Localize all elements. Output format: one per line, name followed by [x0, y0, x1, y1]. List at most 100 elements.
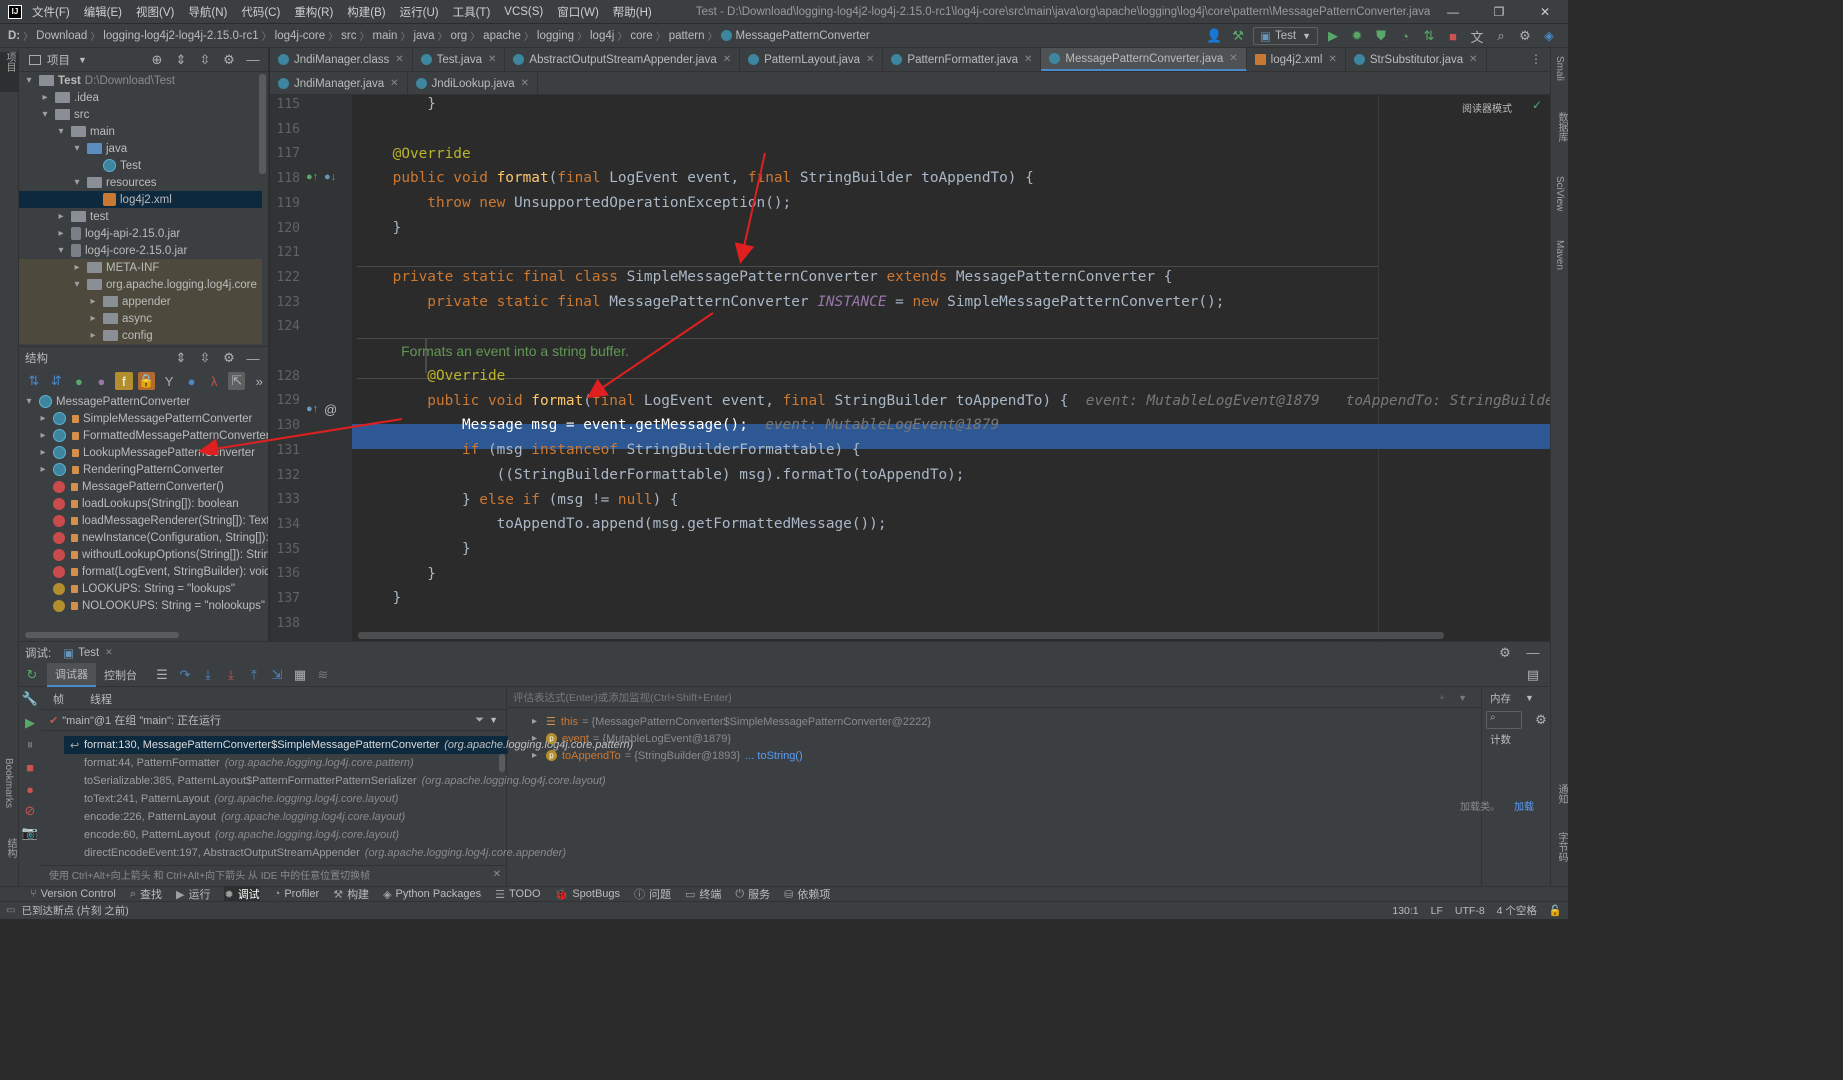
- tab-debugger[interactable]: 调试器: [47, 662, 96, 687]
- chevron-right-icon[interactable]: ▸: [87, 330, 99, 341]
- lambda-icon[interactable]: λ: [205, 372, 223, 390]
- mute-breakpoints-icon[interactable]: ⊘: [21, 802, 39, 820]
- user-icon[interactable]: 👤: [1205, 27, 1223, 45]
- show-anonymous-icon[interactable]: ●: [183, 372, 201, 390]
- options-gear-icon[interactable]: ⚙: [220, 349, 238, 367]
- structure-tree-row[interactable]: ▸ RenderingPatternConverter: [19, 461, 268, 478]
- add-watch-icon[interactable]: +: [1439, 692, 1445, 704]
- caret-position[interactable]: 130:1: [1392, 905, 1418, 917]
- tabs-menu-icon[interactable]: ⋮: [1530, 52, 1542, 66]
- variable-row[interactable]: ▸ p toAppendTo = {StringBuilder@1893} ... to…: [532, 747, 803, 764]
- chevron-down-icon[interactable]: ▾: [55, 126, 67, 137]
- chevron-right-icon[interactable]: ▸: [71, 262, 83, 273]
- hide-panel-icon[interactable]: —: [244, 349, 262, 367]
- evaluate-input[interactable]: 评估表达式(Enter)或添加监视(Ctrl+Shift+Enter) + ▼: [508, 688, 1481, 708]
- breadcrumb-item[interactable]: apache: [483, 30, 521, 42]
- tool-window-tab[interactable]: ✹ 调试: [224, 886, 260, 902]
- menu-item[interactable]: 文件(F): [32, 4, 70, 20]
- breadcrumb-item[interactable]: logging-log4j2-log4j-2.15.0-rc1: [103, 30, 258, 42]
- bookmarks-tool-tab[interactable]: Bookmarks: [3, 758, 14, 811]
- bytecode-tool-tab[interactable]: 字节码: [1554, 832, 1569, 865]
- memory-search-field[interactable]: ⌕: [1486, 711, 1522, 729]
- stack-frame[interactable]: toSerializable:385, PatternLayout$Patter…: [64, 772, 606, 790]
- stack-frame[interactable]: directEncodeEvent:197, AbstractOutputStr…: [64, 844, 566, 862]
- camera-icon[interactable]: 📷: [21, 824, 39, 842]
- menu-item[interactable]: 帮助(H): [613, 4, 652, 20]
- options-gear-icon[interactable]: ⚙: [220, 51, 238, 69]
- file-encoding[interactable]: UTF-8: [1455, 905, 1485, 917]
- chevron-right-icon[interactable]: ▸: [532, 716, 546, 727]
- chevron-right-icon[interactable]: ▸: [55, 211, 67, 222]
- chevron-down-icon[interactable]: ▾: [23, 75, 35, 86]
- trace-icon[interactable]: ≋: [314, 666, 332, 684]
- subtab-frames[interactable]: 帧: [53, 691, 64, 707]
- menu-item[interactable]: 构建(B): [347, 4, 385, 20]
- variable-row[interactable]: ▸ p event = {MutableLogEvent@1879}: [532, 730, 731, 747]
- menu-item[interactable]: 窗口(W): [557, 4, 599, 20]
- maven-tool-tab[interactable]: Maven: [1554, 240, 1565, 273]
- coverage-icon[interactable]: ⛊: [1372, 27, 1390, 45]
- project-tree-row[interactable]: ▾ Test D:\Download\Test: [19, 72, 262, 89]
- close-icon[interactable]: ✕: [493, 869, 501, 880]
- close-window-button[interactable]: ✕: [1522, 5, 1568, 19]
- chevron-down-icon[interactable]: ▾: [39, 109, 51, 120]
- project-tree-row[interactable]: Test: [19, 157, 262, 174]
- expand-all-icon[interactable]: ⇕: [172, 51, 190, 69]
- chevron-right-icon[interactable]: ▸: [37, 413, 49, 424]
- step-out-icon[interactable]: ⤒: [245, 666, 263, 684]
- chevron-right-icon[interactable]: ▸: [532, 733, 546, 744]
- status-left-icon[interactable]: ▭: [6, 905, 15, 916]
- project-tree-row[interactable]: ▾ main: [19, 123, 262, 140]
- close-tab-icon[interactable]: ✕: [1328, 54, 1336, 65]
- close-tab-icon[interactable]: ✕: [521, 78, 529, 89]
- chevron-down-icon[interactable]: ▼: [1458, 693, 1467, 703]
- frames-scrollbar[interactable]: [499, 754, 505, 772]
- editor-tab[interactable]: JndiLookup.java ✕: [408, 72, 539, 95]
- show-lambdas-icon[interactable]: Y: [160, 372, 178, 390]
- load-link[interactable]: 加载: [1514, 798, 1534, 813]
- debug-icon[interactable]: ✹: [1348, 27, 1366, 45]
- tool-window-tab[interactable]: ⓘ 问题: [634, 886, 671, 902]
- code-editor[interactable]: 115 } 116 117 @Override 118 public void for…: [270, 95, 1550, 641]
- editor-tab[interactable]: MessagePatternConverter.java ✕: [1041, 48, 1247, 71]
- structure-scrollbar-h[interactable]: [25, 632, 179, 638]
- editor-tab[interactable]: JndiManager.java ✕: [270, 72, 408, 95]
- tostring-link[interactable]: ... toString(): [745, 750, 802, 762]
- locate-icon[interactable]: ⊕: [148, 51, 166, 69]
- hammer-build-icon[interactable]: ⚒: [1229, 27, 1247, 45]
- menu-item[interactable]: 视图(V): [136, 4, 174, 20]
- show-nonpublic-icon[interactable]: 🔒: [137, 372, 156, 390]
- project-panel-title[interactable]: 项目: [47, 52, 70, 68]
- stack-frame[interactable]: ↩ format:130, MessagePatternConverter$Sim…: [64, 736, 633, 754]
- close-tab-icon[interactable]: ✕: [390, 78, 398, 89]
- stack-frame[interactable]: toText:241, PatternLayout (org.apache.log…: [64, 790, 508, 808]
- editor-tab[interactable]: JndiManager.class ✕: [270, 48, 413, 71]
- structure-tree-row[interactable]: LOOKUPS: String = "lookups": [19, 580, 268, 597]
- chevron-down-icon[interactable]: ▼: [1525, 693, 1534, 703]
- hide-panel-icon[interactable]: —: [1524, 644, 1542, 662]
- plugin-icon[interactable]: ◈: [1540, 27, 1558, 45]
- sciview-tool-tab[interactable]: SciView: [1554, 176, 1565, 214]
- filter-icon[interactable]: ⏷: [475, 714, 484, 727]
- lock-icon[interactable]: 🔓: [1549, 904, 1562, 917]
- structure-tree-row[interactable]: ▾ MessagePatternConverter: [19, 393, 268, 410]
- pause-icon[interactable]: ⏸: [21, 736, 39, 754]
- close-icon[interactable]: ✕: [105, 647, 113, 658]
- breadcrumb-item[interactable]: log4j: [590, 30, 614, 42]
- tab-console[interactable]: 控制台: [96, 663, 145, 687]
- tool-window-tab[interactable]: ⛁ 依赖项: [784, 886, 830, 902]
- chevron-right-icon[interactable]: ▸: [39, 92, 51, 103]
- profiler-icon[interactable]: ◔: [1396, 27, 1414, 45]
- breadcrumb-item[interactable]: src: [341, 30, 356, 42]
- minimize-button[interactable]: —: [1430, 5, 1476, 19]
- editor-tab[interactable]: StrSubstitutor.java ✕: [1346, 48, 1487, 71]
- close-tab-icon[interactable]: ✕: [1024, 54, 1032, 65]
- tool-window-tab[interactable]: 🐞 SpotBugs: [555, 888, 620, 901]
- chevron-right-icon[interactable]: ▸: [37, 464, 49, 475]
- project-tree-row[interactable]: ▾ resources: [19, 174, 262, 191]
- chevron-down-icon[interactable]: ▾: [55, 245, 67, 256]
- tool-window-tab[interactable]: ☰ TODO: [495, 888, 540, 901]
- structure-tree-row[interactable]: loadMessageRenderer(String[]): TextRende…: [19, 512, 268, 529]
- view-breakpoints-icon[interactable]: ●: [21, 780, 39, 798]
- memory-header[interactable]: 内存 ▼: [1482, 688, 1550, 708]
